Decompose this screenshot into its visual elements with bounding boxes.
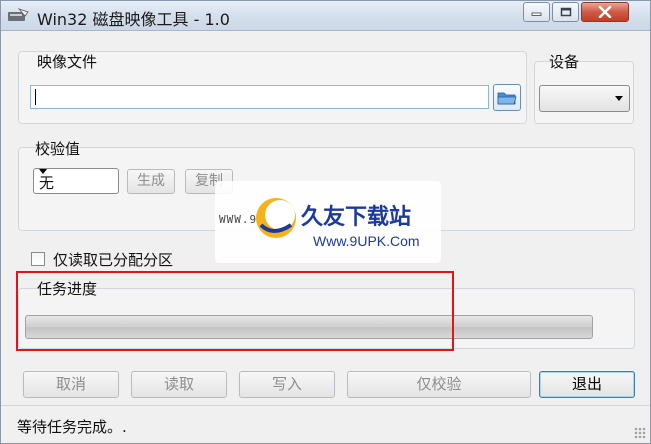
generate-hash-button[interactable]: 生成	[127, 169, 175, 194]
image-file-label: 映像文件	[37, 53, 98, 71]
chevron-down-icon	[615, 95, 623, 101]
folder-icon	[497, 92, 517, 104]
minimize-button[interactable]	[523, 2, 550, 22]
cancel-button[interactable]: 取消	[23, 371, 119, 398]
hash-label: 校验值	[35, 140, 81, 158]
device-label: 设备	[549, 53, 580, 71]
maximize-icon	[560, 7, 571, 17]
watermark-site-url: Www.9UPK.Com	[313, 233, 420, 249]
hash-type-selected: 无	[39, 174, 55, 192]
status-bar: 等待任务完成。.	[1, 405, 650, 443]
watermark-logo-icon	[256, 198, 296, 238]
chevron-down-icon	[39, 169, 47, 174]
close-icon	[598, 6, 612, 18]
watermark: WWW.9U 久友下载站 Www.9UPK.Com	[215, 181, 441, 263]
hash-type-select[interactable]: 无	[33, 168, 119, 194]
read-only-allocated-option[interactable]: 仅读取已分配分区	[31, 250, 174, 269]
browse-button[interactable]	[493, 84, 521, 111]
title-bar[interactable]: Win32 磁盘映像工具 - 1.0	[1, 1, 650, 31]
highlight-box	[16, 271, 454, 351]
read-only-allocated-checkbox[interactable]	[31, 252, 45, 266]
device-select[interactable]	[539, 85, 630, 112]
maximize-button[interactable]	[552, 2, 579, 22]
image-path-input[interactable]	[30, 85, 489, 109]
read-only-allocated-label: 仅读取已分配分区	[53, 250, 174, 269]
watermark-site-name: 久友下载站	[301, 205, 412, 230]
close-button[interactable]	[581, 2, 629, 22]
verify-only-button[interactable]: 仅校验	[347, 371, 531, 398]
status-text: 等待任务完成。.	[17, 418, 127, 436]
window-title: Win32 磁盘映像工具 - 1.0	[37, 10, 230, 29]
resize-grip-icon[interactable]	[634, 427, 646, 439]
app-window: Win32 磁盘映像工具 - 1.0 映像文件 设备 校验值 无 生成 复制 仅…	[0, 0, 651, 444]
exit-button[interactable]: 退出	[539, 371, 635, 398]
disk-imager-icon	[8, 8, 29, 21]
read-button[interactable]: 读取	[131, 371, 227, 398]
text-caret	[35, 89, 36, 105]
minimize-icon	[531, 12, 542, 16]
write-button[interactable]: 写入	[239, 371, 335, 398]
